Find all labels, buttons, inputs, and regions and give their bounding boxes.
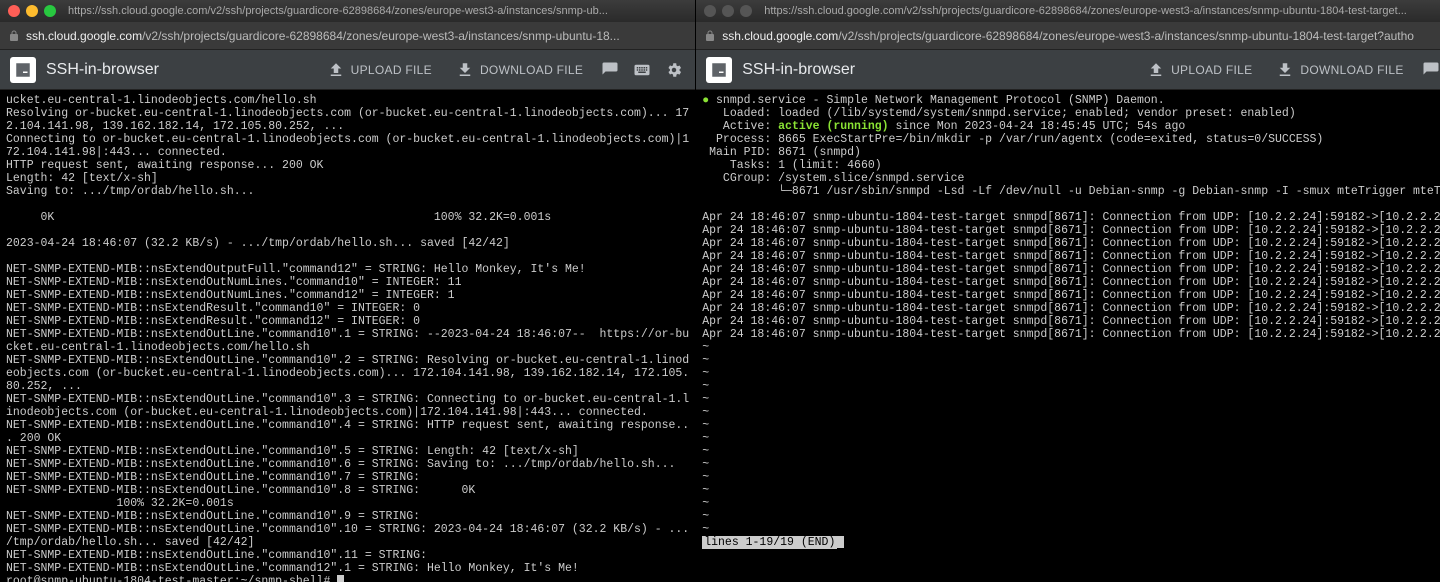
address-bar[interactable]: ssh.cloud.google.com/v2/ssh/projects/gua… (0, 22, 695, 50)
tab-title: https://ssh.cloud.google.com/v2/ssh/proj… (68, 5, 687, 17)
lock-icon (8, 30, 20, 42)
terminal-output[interactable]: ● snmpd.service - Simple Network Managem… (696, 90, 1440, 582)
upload-file-button[interactable]: UPLOAD FILE (1139, 55, 1258, 85)
app-header: SSH-in-browser UPLOAD FILE DOWNLOAD FILE (0, 50, 695, 90)
download-icon (454, 59, 476, 81)
ssh-logo-icon (706, 57, 732, 83)
download-icon (1274, 59, 1296, 81)
tab-bar: https://ssh.cloud.google.com/v2/ssh/proj… (696, 0, 1440, 22)
upload-label: UPLOAD FILE (1171, 63, 1252, 77)
close-icon[interactable] (704, 5, 716, 17)
download-label: DOWNLOAD FILE (480, 63, 583, 77)
lock-icon (704, 30, 716, 42)
close-icon[interactable] (8, 5, 20, 17)
terminal-output[interactable]: ucket.eu-central-1.linodeobjects.com/hel… (0, 90, 695, 582)
traffic-lights (8, 5, 56, 17)
minimize-icon[interactable] (26, 5, 38, 17)
maximize-icon[interactable] (740, 5, 752, 17)
tab-bar: https://ssh.cloud.google.com/v2/ssh/proj… (0, 0, 695, 22)
url-text: ssh.cloud.google.com/v2/ssh/projects/gua… (722, 29, 1414, 43)
traffic-lights (704, 5, 752, 17)
send-key-icon[interactable] (599, 59, 621, 81)
minimize-icon[interactable] (722, 5, 734, 17)
upload-icon (325, 59, 347, 81)
upload-file-button[interactable]: UPLOAD FILE (319, 55, 438, 85)
app-title: SSH-in-browser (742, 61, 1129, 79)
download-label: DOWNLOAD FILE (1300, 63, 1403, 77)
url-text: ssh.cloud.google.com/v2/ssh/projects/gua… (26, 29, 620, 43)
download-file-button[interactable]: DOWNLOAD FILE (448, 55, 589, 85)
app-title: SSH-in-browser (46, 61, 309, 79)
cursor (337, 575, 344, 582)
upload-label: UPLOAD FILE (351, 63, 432, 77)
address-bar[interactable]: ssh.cloud.google.com/v2/ssh/projects/gua… (696, 22, 1440, 50)
upload-icon (1145, 59, 1167, 81)
download-file-button[interactable]: DOWNLOAD FILE (1268, 55, 1409, 85)
keyboard-icon[interactable] (631, 59, 653, 81)
tab-title: https://ssh.cloud.google.com/v2/ssh/proj… (764, 5, 1440, 17)
left-window: https://ssh.cloud.google.com/v2/ssh/proj… (0, 0, 696, 582)
gear-icon[interactable] (663, 59, 685, 81)
maximize-icon[interactable] (44, 5, 56, 17)
right-window: https://ssh.cloud.google.com/v2/ssh/proj… (696, 0, 1440, 582)
send-key-icon[interactable] (1420, 59, 1440, 81)
app-header: SSH-in-browser UPLOAD FILE DOWNLOAD FILE (696, 50, 1440, 90)
ssh-logo-icon (10, 57, 36, 83)
